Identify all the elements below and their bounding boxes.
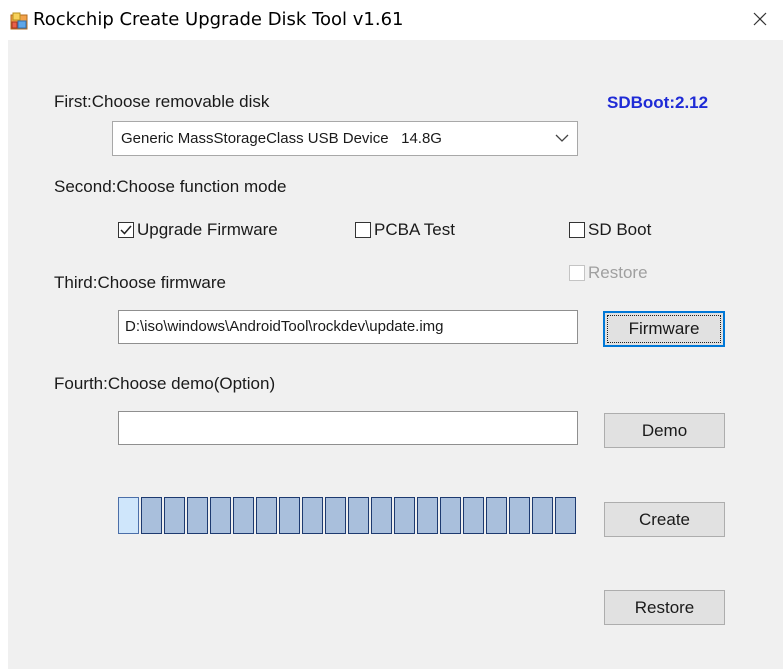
checkbox-label: Restore <box>588 263 648 282</box>
disk-select-value: Generic MassStorageClass USB Device 14.8… <box>121 130 442 147</box>
progress-segment <box>210 497 231 534</box>
create-button[interactable]: Create <box>604 502 725 537</box>
checkbox-label: PCBA Test <box>374 220 455 239</box>
step1-label: First:Choose removable disk <box>54 92 270 111</box>
demo-button[interactable]: Demo <box>604 413 725 448</box>
progress-segment <box>348 497 369 534</box>
create-button-label: Create <box>638 510 691 529</box>
progress-segment <box>371 497 392 534</box>
progress-segment <box>141 497 162 534</box>
step2-label: Second:Choose function mode <box>54 177 287 196</box>
close-icon <box>753 12 767 26</box>
progress-segment <box>118 497 139 534</box>
chevron-down-icon <box>555 134 569 142</box>
checkmark-icon <box>120 225 132 235</box>
restore-button-label: Restore <box>634 598 695 617</box>
title-bar[interactable]: Rockchip Create Upgrade Disk Tool v1.61 <box>0 0 783 40</box>
checkbox-label: Upgrade Firmware <box>137 220 278 239</box>
restore-checkbox[interactable]: Restore <box>569 263 648 283</box>
checkbox-box <box>355 222 371 238</box>
firmware-button-label: Firmware <box>628 319 700 338</box>
window-title: Rockchip Create Upgrade Disk Tool v1.61 <box>33 9 404 30</box>
progress-bar <box>118 497 578 534</box>
progress-segment <box>394 497 415 534</box>
step3-label: Third:Choose firmware <box>54 273 226 292</box>
close-button[interactable] <box>737 0 783 38</box>
progress-segment <box>486 497 507 534</box>
progress-segment <box>463 497 484 534</box>
progress-segment <box>509 497 530 534</box>
upgrade-firmware-checkbox[interactable]: Upgrade Firmware <box>118 220 278 240</box>
client-area: First:Choose removable disk SDBoot:2.12 … <box>8 40 783 669</box>
app-window: Rockchip Create Upgrade Disk Tool v1.61 … <box>0 0 783 669</box>
checkbox-box <box>118 222 134 238</box>
checkbox-box <box>569 222 585 238</box>
disk-select[interactable]: Generic MassStorageClass USB Device 14.8… <box>112 121 578 156</box>
progress-segment <box>164 497 185 534</box>
pcba-test-checkbox[interactable]: PCBA Test <box>355 220 455 240</box>
checkbox-box <box>569 265 585 281</box>
progress-segment <box>279 497 300 534</box>
sdboot-version: SDBoot:2.12 <box>607 93 709 112</box>
progress-segment <box>440 497 461 534</box>
progress-segment <box>187 497 208 534</box>
demo-path-input[interactable] <box>118 411 578 445</box>
demo-button-label: Demo <box>641 421 688 440</box>
progress-segment <box>256 497 277 534</box>
progress-segment <box>532 497 553 534</box>
rockchip-app-icon <box>10 12 28 30</box>
progress-segment <box>325 497 346 534</box>
progress-segment <box>417 497 438 534</box>
checkbox-label: SD Boot <box>588 220 652 239</box>
progress-segment <box>555 497 576 534</box>
firmware-button[interactable]: Firmware <box>603 311 725 347</box>
firmware-path-input[interactable]: D:\iso\windows\AndroidTool\rockdev\updat… <box>118 310 578 344</box>
sd-boot-checkbox[interactable]: SD Boot <box>569 220 651 240</box>
step4-label: Fourth:Choose demo(Option) <box>54 374 276 393</box>
progress-segment <box>233 497 254 534</box>
restore-button[interactable]: Restore <box>604 590 725 625</box>
progress-segment <box>302 497 323 534</box>
